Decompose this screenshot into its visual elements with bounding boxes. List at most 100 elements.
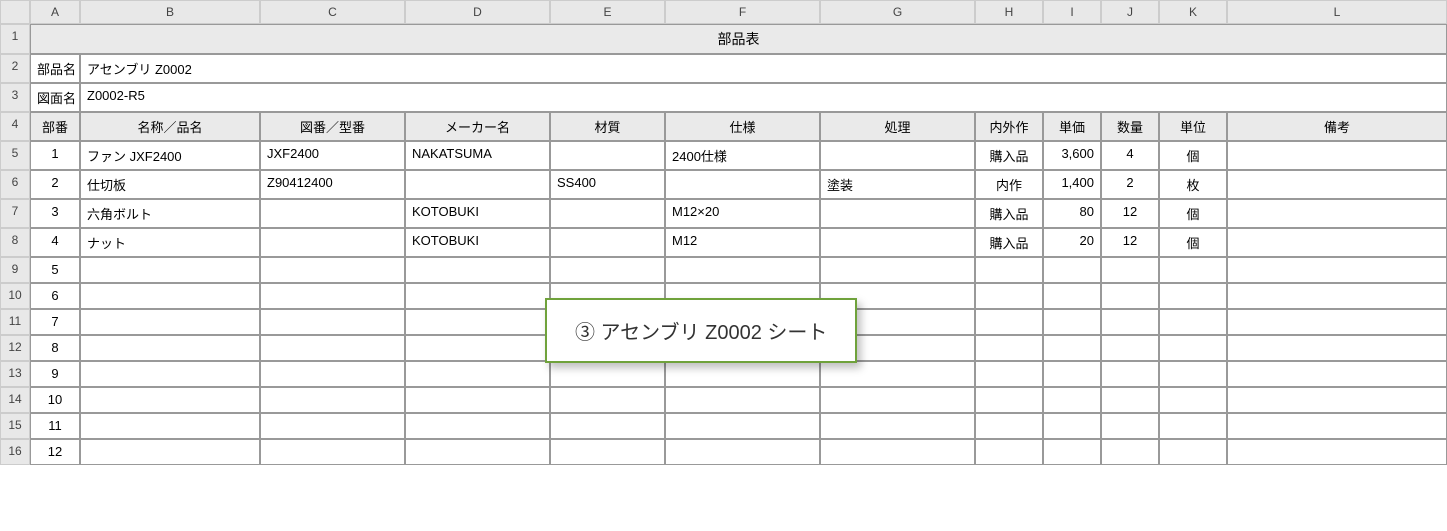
cell-drawno[interactable]	[260, 361, 405, 387]
cell-no[interactable]: 1	[30, 141, 80, 170]
cell-spec[interactable]: 2400仕様	[665, 141, 820, 170]
row-header[interactable]: 6	[0, 170, 30, 199]
cell-maker[interactable]	[405, 257, 550, 283]
cell-name[interactable]: ファン JXF2400	[80, 141, 260, 170]
cell-spec[interactable]	[665, 387, 820, 413]
cell-price[interactable]	[1043, 387, 1101, 413]
cell-drawno[interactable]: JXF2400	[260, 141, 405, 170]
cell-maker[interactable]: KOTOBUKI	[405, 199, 550, 228]
row-header[interactable]: 2	[0, 54, 30, 83]
col-header[interactable]: K	[1159, 0, 1227, 24]
cell-maker[interactable]	[405, 170, 550, 199]
cell-maker[interactable]	[405, 283, 550, 309]
cell-inout[interactable]: 購入品	[975, 199, 1043, 228]
cell-spec[interactable]	[665, 170, 820, 199]
col-header[interactable]: C	[260, 0, 405, 24]
cell-material[interactable]	[550, 361, 665, 387]
cell-price[interactable]	[1043, 283, 1101, 309]
cell-remarks[interactable]	[1227, 199, 1447, 228]
cell-material[interactable]	[550, 439, 665, 465]
cell-qty[interactable]	[1101, 335, 1159, 361]
cell-name[interactable]: ナット	[80, 228, 260, 257]
cell-treatment[interactable]	[820, 413, 975, 439]
cell-no[interactable]: 10	[30, 387, 80, 413]
cell-drawno[interactable]	[260, 199, 405, 228]
col-header[interactable]: A	[30, 0, 80, 24]
cell-treatment[interactable]	[820, 439, 975, 465]
cell-drawno[interactable]	[260, 283, 405, 309]
cell-no[interactable]: 9	[30, 361, 80, 387]
cell-treatment[interactable]	[820, 228, 975, 257]
cell-inout[interactable]: 内作	[975, 170, 1043, 199]
cell-unit[interactable]	[1159, 257, 1227, 283]
col-header[interactable]: F	[665, 0, 820, 24]
table-header-no[interactable]: 部番	[30, 112, 80, 141]
table-header-inout[interactable]: 内外作	[975, 112, 1043, 141]
cell-no[interactable]: 12	[30, 439, 80, 465]
cell-no[interactable]: 3	[30, 199, 80, 228]
cell-qty[interactable]: 4	[1101, 141, 1159, 170]
title-cell[interactable]: 部品表	[30, 24, 1447, 54]
cell-remarks[interactable]	[1227, 170, 1447, 199]
cell-maker[interactable]: KOTOBUKI	[405, 228, 550, 257]
table-header-maker[interactable]: メーカー名	[405, 112, 550, 141]
cell-drawno[interactable]	[260, 335, 405, 361]
cell-name[interactable]	[80, 387, 260, 413]
cell-unit[interactable]: 個	[1159, 228, 1227, 257]
cell-name[interactable]	[80, 309, 260, 335]
cell-no[interactable]: 2	[30, 170, 80, 199]
cell-price[interactable]: 80	[1043, 199, 1101, 228]
cell-no[interactable]: 6	[30, 283, 80, 309]
cell-maker[interactable]	[405, 387, 550, 413]
cell-no[interactable]: 11	[30, 413, 80, 439]
cell-treatment[interactable]	[820, 141, 975, 170]
col-header[interactable]: H	[975, 0, 1043, 24]
cell-drawno[interactable]	[260, 439, 405, 465]
col-header[interactable]: D	[405, 0, 550, 24]
drawing-label[interactable]: 図面名	[30, 83, 80, 112]
cell-inout[interactable]	[975, 413, 1043, 439]
cell-treatment[interactable]	[820, 199, 975, 228]
cell-unit[interactable]: 個	[1159, 141, 1227, 170]
row-header[interactable]: 3	[0, 83, 30, 112]
table-header-unit[interactable]: 単位	[1159, 112, 1227, 141]
cell-qty[interactable]	[1101, 309, 1159, 335]
col-header[interactable]: J	[1101, 0, 1159, 24]
cell-drawno[interactable]	[260, 257, 405, 283]
cell-qty[interactable]: 2	[1101, 170, 1159, 199]
cell-spec[interactable]	[665, 413, 820, 439]
cell-name[interactable]	[80, 361, 260, 387]
cell-unit[interactable]	[1159, 335, 1227, 361]
cell-inout[interactable]	[975, 387, 1043, 413]
row-header[interactable]: 4	[0, 112, 30, 141]
cell-price[interactable]	[1043, 309, 1101, 335]
cell-no[interactable]: 4	[30, 228, 80, 257]
cell-drawno[interactable]	[260, 413, 405, 439]
cell-remarks[interactable]	[1227, 141, 1447, 170]
cell-price[interactable]: 3,600	[1043, 141, 1101, 170]
cell-remarks[interactable]	[1227, 387, 1447, 413]
row-header[interactable]: 10	[0, 283, 30, 309]
cell-remarks[interactable]	[1227, 413, 1447, 439]
col-header[interactable]: E	[550, 0, 665, 24]
row-header[interactable]: 11	[0, 309, 30, 335]
cell-qty[interactable]	[1101, 387, 1159, 413]
table-header-name[interactable]: 名称／品名	[80, 112, 260, 141]
cell-inout[interactable]	[975, 439, 1043, 465]
cell-qty[interactable]	[1101, 283, 1159, 309]
cell-spec[interactable]: M12×20	[665, 199, 820, 228]
cell-no[interactable]: 5	[30, 257, 80, 283]
cell-unit[interactable]	[1159, 361, 1227, 387]
part-name-value[interactable]: アセンブリ Z0002	[80, 54, 1447, 83]
table-header-treatment[interactable]: 処理	[820, 112, 975, 141]
cell-drawno[interactable]	[260, 309, 405, 335]
col-header[interactable]: L	[1227, 0, 1447, 24]
cell-treatment[interactable]	[820, 257, 975, 283]
cell-remarks[interactable]	[1227, 309, 1447, 335]
cell-name[interactable]	[80, 439, 260, 465]
col-header[interactable]: I	[1043, 0, 1101, 24]
cell-treatment[interactable]: 塗装	[820, 170, 975, 199]
cell-material[interactable]: SS400	[550, 170, 665, 199]
cell-material[interactable]	[550, 199, 665, 228]
cell-material[interactable]	[550, 228, 665, 257]
